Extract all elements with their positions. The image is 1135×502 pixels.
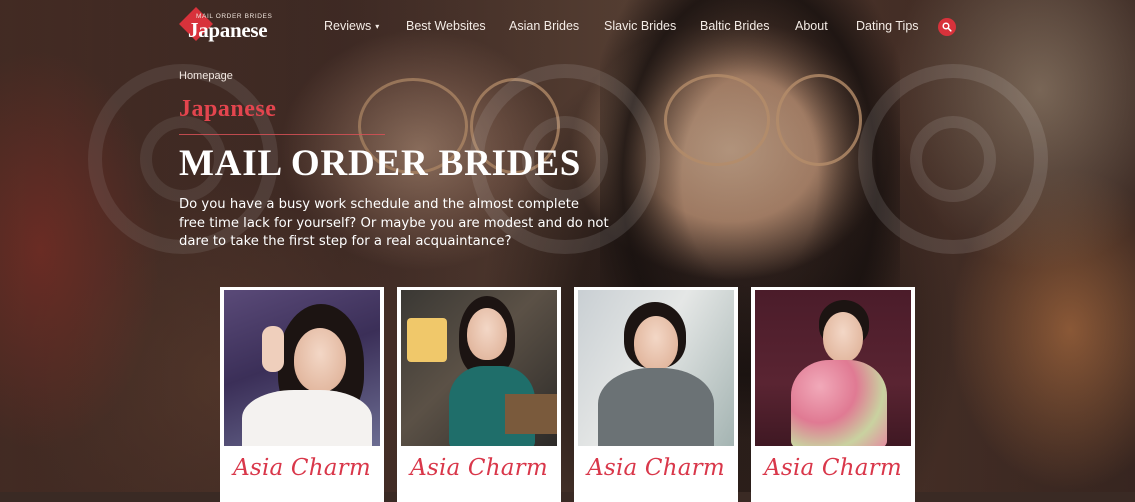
top-navigation-bar: MAIL ORDER BRIDES Japanese Reviews ▾ Best… xyxy=(0,0,1135,54)
card-brand-name: Asia Charm xyxy=(233,455,371,481)
site-card[interactable]: Asia Charm xyxy=(220,287,384,502)
page-title: MAIL ORDER BRIDES xyxy=(179,143,582,184)
site-card[interactable]: Asia Charm xyxy=(397,287,561,502)
floral-qipao-dress xyxy=(791,360,887,446)
card-brand-name: Asia Charm xyxy=(587,455,725,481)
nav-item-asian-brides[interactable]: Asian Brides xyxy=(509,19,579,33)
grey-sweater xyxy=(598,368,714,446)
nav-item-baltic-brides[interactable]: Baltic Brides xyxy=(700,19,769,33)
nav-item-label: Reviews xyxy=(324,19,372,33)
card-brand-name: Asia Charm xyxy=(410,455,548,481)
nav-item-reviews[interactable]: Reviews ▾ xyxy=(324,19,379,33)
hero-description: Do you have a busy work schedule and the… xyxy=(179,197,609,249)
nav-item-best-websites[interactable]: Best Websites xyxy=(406,19,486,33)
chevron-down-icon: ▾ xyxy=(375,22,380,31)
search-icon xyxy=(942,22,952,32)
profile-photo xyxy=(755,290,911,446)
nav-item-dating-tips[interactable]: Dating Tips xyxy=(856,19,919,33)
site-card[interactable]: Asia Charm xyxy=(574,287,738,502)
card-brand-name: Asia Charm xyxy=(764,455,902,481)
lamp-shade xyxy=(407,318,447,362)
white-fur-coat xyxy=(242,390,372,446)
wooden-desk xyxy=(505,394,557,434)
profile-photo xyxy=(224,290,380,446)
logo-wordmark: Japanese xyxy=(188,18,268,42)
site-logo[interactable]: MAIL ORDER BRIDES Japanese xyxy=(179,7,280,42)
nav-item-about[interactable]: About xyxy=(795,19,828,33)
nav-item-slavic-brides[interactable]: Slavic Brides xyxy=(604,19,676,33)
hero-divider xyxy=(179,134,385,135)
peace-sign-hand xyxy=(262,326,284,372)
profile-photo xyxy=(578,290,734,446)
search-button[interactable] xyxy=(938,18,956,36)
profile-photo xyxy=(401,290,557,446)
site-card[interactable]: Asia Charm xyxy=(751,287,915,502)
hero-subtitle: Japanese xyxy=(179,96,277,122)
breadcrumb-homepage[interactable]: Homepage xyxy=(179,70,233,82)
